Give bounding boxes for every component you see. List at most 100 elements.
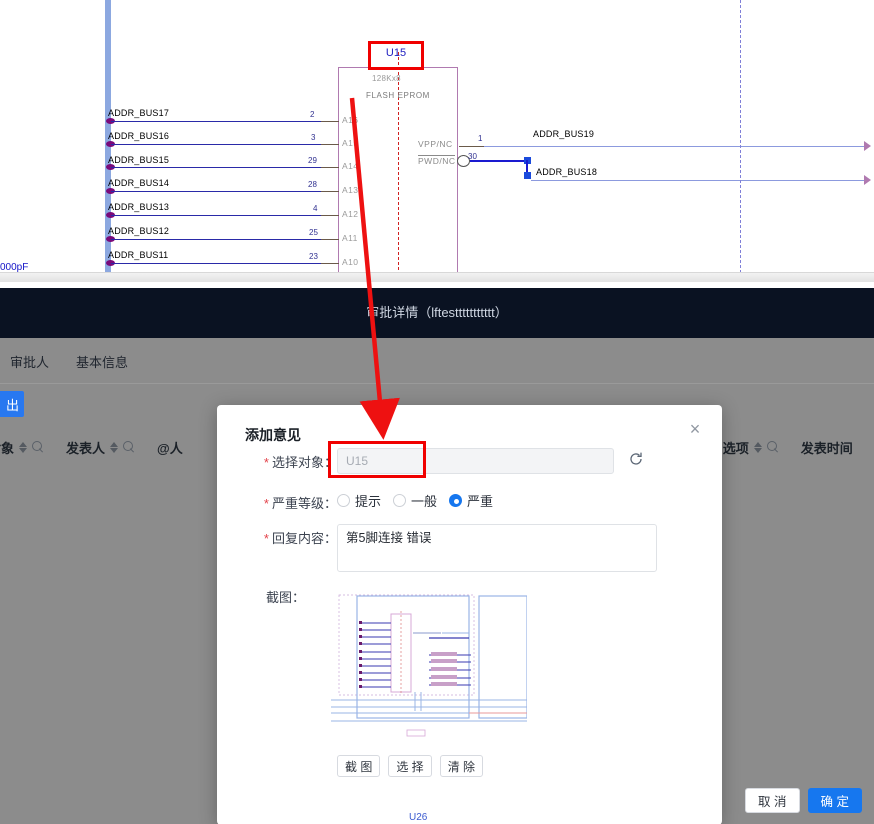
table-header-author-label: 发表人: [66, 440, 106, 456]
bottom-reference-label: U26: [409, 812, 428, 823]
radio-dot-icon: [337, 494, 350, 507]
tab-approver[interactable]: 审批人: [10, 352, 49, 371]
sheet-boundary-dashed: [740, 0, 741, 278]
ic-center-dashed-line: [398, 52, 399, 280]
cancel-button[interactable]: 取 消: [745, 788, 800, 813]
bus-net-label: ADDR_BUS11: [108, 250, 169, 260]
bus-wire: [111, 167, 321, 168]
bus-pin-segment: [321, 144, 339, 145]
net-wire-addrbus18: [531, 180, 864, 181]
table-header-option[interactable]: 选项: [723, 438, 779, 457]
severity-field-label: * 严重等级：: [263, 496, 337, 511]
bus-pin-number: 29: [308, 156, 317, 165]
search-icon[interactable]: [123, 441, 135, 453]
bus-net-label: ADDR_BUS14: [108, 178, 170, 188]
severity-radio-group: 提示 一般 严重: [337, 489, 499, 510]
form-row-reply: * 回复内容：: [245, 524, 657, 572]
screenshot-field-label: 截图：: [266, 590, 306, 605]
bus-wire: [111, 144, 321, 145]
search-icon[interactable]: [32, 441, 44, 453]
export-button[interactable]: 出: [0, 391, 24, 417]
ic-pin-name: A14: [342, 161, 359, 171]
page-tab-bar: 审批人 基本信息: [0, 338, 874, 384]
table-header-author[interactable]: 发表人: [66, 438, 135, 457]
clear-screenshot-button[interactable]: 清 除: [439, 755, 484, 777]
refresh-icon[interactable]: [628, 451, 644, 467]
screen-root: 128Kx8 FLASH EPROM U15 ADDR_BUS17 2 A16 …: [0, 0, 874, 824]
form-row-object: * 选择对象： U15: [245, 448, 644, 474]
table-header-mention-label: @人: [157, 440, 183, 456]
table-header-option-label: 选项: [722, 440, 749, 456]
ic-type-label: FLASH EPROM: [366, 91, 430, 100]
u15-reference-label: U15: [385, 47, 407, 59]
screenshot-thumbnail[interactable]: [329, 590, 527, 738]
radio-dot-icon-selected: [449, 494, 463, 507]
severity-option-general[interactable]: 一般: [393, 491, 437, 510]
vpp-pin-segment: [459, 146, 484, 147]
capture-screenshot-button[interactable]: 截 图: [337, 755, 381, 777]
radio-dot-icon: [393, 494, 407, 507]
bus-pin-segment: [321, 263, 339, 264]
ic-pin-name: A15: [342, 138, 359, 148]
table-header-mention[interactable]: @人: [157, 438, 183, 457]
required-marker: *: [263, 531, 269, 546]
search-icon[interactable]: [766, 441, 779, 453]
capacitor-value-label: 000pF: [0, 262, 29, 273]
vpp-pin-number: 1: [478, 134, 483, 143]
bus-net-label: ADDR_BUS12: [108, 226, 170, 236]
tab-basic-info[interactable]: 基本信息: [76, 352, 128, 371]
bus-pin-segment: [321, 239, 339, 240]
form-row-severity: * 严重等级： 提示 一般 严重: [245, 489, 499, 512]
bus-net-label: ADDR_BUS15: [108, 155, 170, 165]
bus-pin-number: 2: [310, 110, 315, 119]
ic-pin-name: A16: [342, 115, 359, 125]
table-header-object[interactable]: 对象: [0, 438, 44, 457]
ic-pin-name-pwd: PWD/NC: [418, 155, 456, 166]
bus-net-label: ADDR_BUS13: [108, 202, 170, 212]
bus-pin-number: 28: [308, 180, 317, 189]
required-marker: *: [263, 496, 269, 511]
reply-content-textarea[interactable]: [337, 524, 657, 572]
bus-pin-number: 25: [309, 228, 318, 237]
schematic-horizontal-scrollbar[interactable]: [0, 272, 874, 282]
page-title: 审批详情（lftesttttttttttt）: [366, 305, 508, 320]
page-header: 审批详情（lftesttttttttttt）: [0, 288, 874, 338]
net-arrow-end: [864, 175, 871, 185]
bus-pin-segment: [321, 121, 339, 122]
severity-option-general-label: 一般: [411, 494, 438, 509]
bus-net-label: ADDR_BUS16: [108, 131, 170, 141]
bus-wire: [111, 121, 321, 122]
dialog-title: 添加意见: [245, 427, 301, 443]
bus-pin-segment: [321, 191, 339, 192]
sort-icon[interactable]: [19, 441, 28, 453]
bus-pin-segment: [321, 215, 339, 216]
bus-pin-number: 3: [311, 133, 316, 142]
net-junction-square: [524, 172, 531, 179]
bus-wire: [111, 191, 321, 192]
sort-icon[interactable]: [110, 441, 119, 453]
schematic-canvas[interactable]: 128Kx8 FLASH EPROM U15 ADDR_BUS17 2 A16 …: [0, 0, 874, 288]
object-field-label: * 选择对象：: [263, 455, 337, 470]
bus-wire: [111, 263, 321, 264]
bus-pin-number: 4: [313, 204, 318, 213]
bus-pin-segment: [321, 167, 339, 168]
severity-option-severe[interactable]: 严重: [449, 491, 493, 510]
select-screenshot-button[interactable]: 选 择: [388, 755, 432, 777]
severity-option-hint[interactable]: 提示: [337, 491, 381, 510]
ic-pin-name: A13: [342, 185, 359, 195]
object-select-input[interactable]: U15: [337, 448, 614, 474]
bus-net-label: ADDR_BUS17: [108, 108, 170, 118]
table-header-object-label: 对象: [0, 440, 15, 456]
close-icon[interactable]: ×: [684, 419, 706, 441]
dialog-footer: 取 消 确 定: [745, 788, 862, 813]
bus-wire: [111, 215, 321, 216]
ic-pin-name-vpp: VPP/NC: [418, 139, 453, 149]
sort-icon[interactable]: [753, 441, 762, 453]
ic-pin-name: A12: [342, 209, 359, 219]
table-header-publish-time[interactable]: 发表时间: [801, 438, 853, 457]
confirm-button[interactable]: 确 定: [807, 788, 862, 813]
ic-size-label: 128Kx8: [372, 74, 401, 83]
bus-pin-number: 23: [309, 252, 318, 261]
net-arrow-end: [864, 141, 871, 151]
net-wire-addrbus19: [484, 146, 864, 147]
